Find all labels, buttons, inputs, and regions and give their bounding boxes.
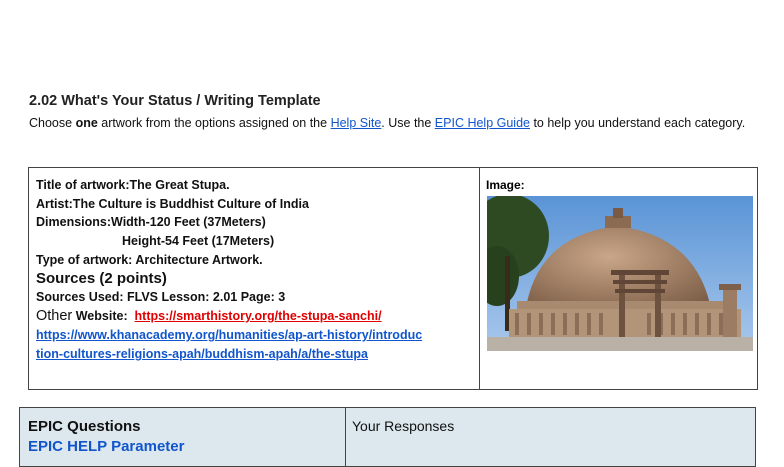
epic-questions-header-cell: EPIC Questions EPIC HELP Parameter (20, 408, 346, 466)
other-website-line: Other Website: https://smarthistory.org/… (36, 308, 382, 324)
page-title: 2.02 What's Your Status / Writing Templa… (29, 93, 321, 109)
sources-heading: Sources (2 points) (36, 270, 167, 287)
smarthistory-link[interactable]: https://smarthistory.org/the-stupa-sanch… (135, 309, 382, 323)
artwork-artist: Artist:The Culture is Buddhist Culture o… (36, 197, 309, 211)
other-label: Other (36, 308, 73, 324)
khan-academy-link-cont[interactable]: tion-cultures-religions-apah/buddhism-ap… (36, 347, 368, 361)
khan-link-line-2: tion-cultures-religions-apah/buddhism-ap… (36, 347, 368, 361)
image-cell: Image: (480, 168, 757, 389)
artwork-type: Type of artwork: Architecture Artwork. (36, 253, 263, 267)
artwork-info-table: Title of artwork:The Great Stupa. Artist… (28, 167, 758, 390)
intro-text: artwork from the options assigned on the (97, 116, 331, 130)
epic-help-guide-link[interactable]: EPIC Help Guide (435, 116, 530, 130)
your-responses-header: Your Responses (352, 418, 455, 434)
artwork-title: Title of artwork:The Great Stupa. (36, 178, 230, 192)
khan-academy-link[interactable]: https://www.khanacademy.org/humanities/a… (36, 328, 422, 342)
khan-link-line-1: https://www.khanacademy.org/humanities/a… (36, 328, 422, 342)
stupa-photo (487, 196, 753, 351)
artwork-height: Height-54 Feet (17Meters) (122, 234, 275, 248)
website-label: Website: (72, 309, 135, 323)
intro-text: . Use the (381, 116, 435, 130)
artwork-details-cell: Title of artwork:The Great Stupa. Artist… (29, 168, 480, 389)
intro-text: Choose (29, 116, 76, 130)
intro-text: to help you understand each category. (529, 116, 746, 130)
epic-questions-table: EPIC Questions EPIC HELP Parameter Your … (19, 407, 756, 467)
sources-used: Sources Used: FLVS Lesson: 2.01 Page: 3 (36, 290, 286, 304)
intro-paragraph: Choose one artwork from the options assi… (29, 114, 759, 133)
epic-questions-header: EPIC Questions (28, 418, 141, 435)
intro-bold: one (75, 116, 98, 130)
image-label: Image: (486, 178, 525, 192)
artwork-dimensions: Dimensions:Width-120 Feet (37Meters) (36, 215, 266, 229)
help-site-link[interactable]: Help Site (331, 116, 382, 130)
